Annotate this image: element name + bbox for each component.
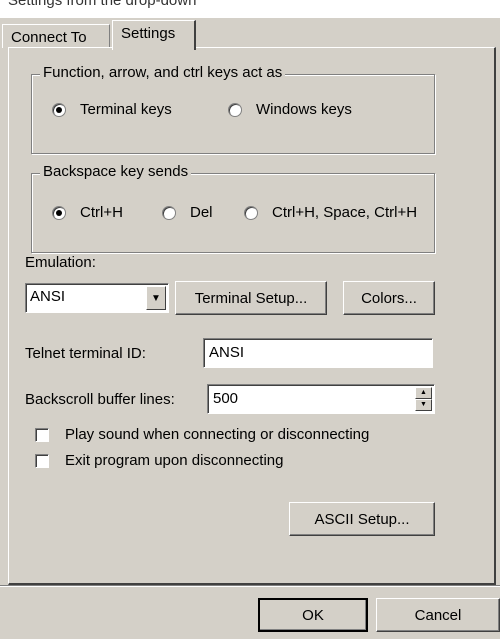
backscroll-spin[interactable]: ▲ ▼ xyxy=(415,387,432,411)
colors-button[interactable]: Colors... xyxy=(343,281,435,315)
radio-ctrl-h-space[interactable]: Ctrl+H, Space, Ctrl+H xyxy=(244,204,417,221)
emulation-value: ANSI xyxy=(30,288,66,305)
terminal-setup-button[interactable]: Terminal Setup... xyxy=(175,281,327,315)
backscroll-value: 500 xyxy=(213,390,239,407)
ok-button[interactable]: OK xyxy=(258,598,368,632)
play-sound-checkbox[interactable]: Play sound when connecting or disconnect… xyxy=(35,426,369,443)
tab-settings-label: Settings xyxy=(121,25,176,42)
top-strip-text: Settings from the drop-down xyxy=(8,0,197,9)
radio-ctrl-h-space-label: Ctrl+H, Space, Ctrl+H xyxy=(272,204,418,221)
backspace-legend: Backspace key sends xyxy=(40,163,192,180)
footer-divider xyxy=(0,585,500,587)
spin-up-icon[interactable]: ▲ xyxy=(415,387,432,399)
radio-ctrl-h-indicator xyxy=(52,205,66,220)
radio-del-label: Del xyxy=(190,204,213,221)
radio-del-indicator xyxy=(162,205,176,220)
settings-panel: Function, arrow, and ctrl keys act as Te… xyxy=(8,47,496,585)
radio-ctrl-h-space-indicator xyxy=(244,205,258,220)
exit-program-label: Exit program upon disconnecting xyxy=(65,452,284,469)
exit-program-box[interactable] xyxy=(35,453,49,468)
play-sound-box[interactable] xyxy=(35,427,49,442)
backscroll-label: Backscroll buffer lines: xyxy=(25,391,175,408)
ascii-setup-button[interactable]: ASCII Setup... xyxy=(289,502,435,536)
dialog-footer: OK Cancel xyxy=(0,588,500,639)
colors-label: Colors... xyxy=(361,289,417,307)
spin-down-icon[interactable]: ▼ xyxy=(415,399,432,411)
radio-terminal-keys-indicator xyxy=(52,102,66,117)
backspace-group: Backspace key sends Ctrl+H Del Ctrl+H, S… xyxy=(31,163,435,253)
cancel-button[interactable]: Cancel xyxy=(376,598,500,632)
exit-program-checkbox[interactable]: Exit program upon disconnecting xyxy=(35,452,283,469)
backscroll-stepper[interactable]: 500 ▲ ▼ xyxy=(207,384,435,414)
function-keys-legend: Function, arrow, and ctrl keys act as xyxy=(40,64,286,81)
telnet-id-label: Telnet terminal ID: xyxy=(25,345,146,362)
chevron-down-icon[interactable]: ▼ xyxy=(146,286,166,310)
properties-dialog: Connect To Settings Function, arrow, and… xyxy=(0,18,500,639)
radio-ctrl-h-label: Ctrl+H xyxy=(80,204,123,221)
tab-connect-to-label: Connect To xyxy=(11,29,87,46)
emulation-select[interactable]: ANSI ▼ xyxy=(25,283,169,313)
radio-terminal-keys[interactable]: Terminal keys xyxy=(52,101,172,118)
radio-ctrl-h[interactable]: Ctrl+H xyxy=(52,204,123,221)
play-sound-label: Play sound when connecting or disconnect… xyxy=(65,426,370,443)
function-keys-group: Function, arrow, and ctrl keys act as Te… xyxy=(31,64,435,154)
tab-settings[interactable]: Settings xyxy=(112,20,196,50)
radio-windows-keys-indicator xyxy=(228,102,242,117)
radio-windows-keys[interactable]: Windows keys xyxy=(228,101,352,118)
emulation-label: Emulation: xyxy=(25,254,96,271)
telnet-id-field[interactable]: ANSI xyxy=(203,338,433,368)
radio-windows-keys-label: Windows keys xyxy=(256,101,352,118)
radio-del[interactable]: Del xyxy=(162,204,213,221)
radio-terminal-keys-label: Terminal keys xyxy=(80,101,172,118)
terminal-setup-label: Terminal Setup... xyxy=(194,289,308,307)
tab-connect-to[interactable]: Connect To xyxy=(2,24,110,48)
telnet-id-value: ANSI xyxy=(209,344,245,361)
ascii-setup-label: ASCII Setup... xyxy=(314,510,410,528)
top-strip: Settings from the drop-down xyxy=(0,0,500,20)
